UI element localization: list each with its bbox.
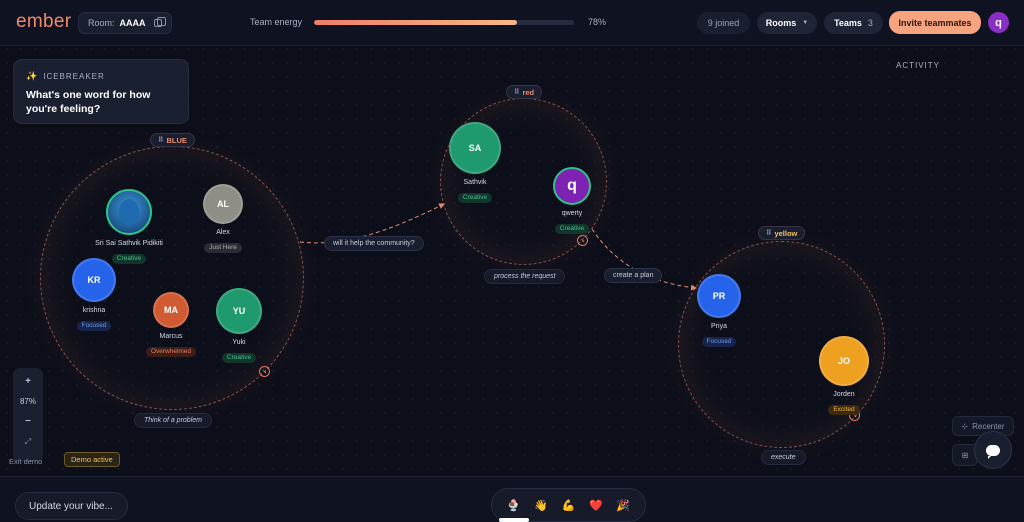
- team-caption-blue[interactable]: Think of a problem: [134, 413, 212, 428]
- reaction-muscle-button[interactable]: 💪: [557, 499, 579, 512]
- edge-label[interactable]: create a plan: [604, 268, 663, 283]
- zoom-out-button[interactable]: −: [25, 416, 31, 427]
- resize-icon[interactable]: ↘: [259, 366, 270, 377]
- demo-active-badge: Demo active: [64, 452, 120, 467]
- exit-demo-button[interactable]: Exit demo: [9, 457, 42, 466]
- teams-count: 3: [867, 18, 873, 28]
- mood-badge: Just Here: [204, 243, 242, 253]
- crosshair-icon: ⊹: [961, 421, 969, 431]
- avatar-portrait-icon: [119, 199, 139, 225]
- rooms-label: Rooms: [765, 18, 797, 28]
- zoom-level: 87%: [19, 397, 36, 406]
- invite-teammates-button[interactable]: Invite teammates: [889, 11, 981, 34]
- copy-icon[interactable]: [153, 17, 166, 27]
- fit-view-icon[interactable]: ⤢: [25, 437, 31, 447]
- mood-badge: Creative: [221, 353, 257, 363]
- grid-icon: ⊞: [961, 450, 969, 460]
- zoom-controls: + 87% − ⤢: [13, 368, 43, 462]
- chat-bubble-icon: [986, 444, 1000, 459]
- team-tag-red[interactable]: ⠿ red: [506, 85, 543, 99]
- update-vibe-input[interactable]: [15, 492, 128, 520]
- app-logo[interactable]: ember: [16, 11, 71, 33]
- mood-badge: Excited: [828, 405, 860, 415]
- reaction-wave-button[interactable]: 👋: [530, 499, 552, 512]
- icebreaker-card: ✨ ICEBREAKER What's one word for how you…: [13, 59, 189, 124]
- icebreaker-heading: ICEBREAKER: [43, 72, 105, 81]
- drag-handle-icon[interactable]: ⠿: [158, 136, 164, 144]
- member-card[interactable]: q qwerty Creative: [517, 167, 627, 235]
- team-energy-percent: 78%: [588, 17, 607, 27]
- team-caption-yellow[interactable]: execute: [761, 450, 806, 465]
- bottom-bar: 🍨 👋 💪 ❤️ 🎉: [0, 476, 1024, 522]
- room-code: AAAA: [119, 18, 146, 28]
- teams-label: Teams: [834, 18, 862, 28]
- member-card[interactable]: AL Alex Just Here: [168, 184, 278, 254]
- team-caption-red[interactable]: process the request: [484, 269, 566, 284]
- member-photo-avatar: [106, 189, 152, 235]
- icebreaker-question: What's one word for how you're feeling?: [26, 89, 151, 115]
- zoom-in-button[interactable]: +: [25, 376, 31, 387]
- reaction-bar: 🍨 👋 💪 ❤️ 🎉: [491, 488, 646, 522]
- member-card[interactable]: JO Jorden Excited: [789, 336, 899, 416]
- team-tag-yellow[interactable]: ⠿ yellow: [758, 226, 806, 240]
- team-tag-blue[interactable]: ⠿ BLUE: [150, 133, 195, 147]
- member-card[interactable]: SA Sathvik Creative: [420, 122, 530, 204]
- mood-badge: Focused: [76, 321, 112, 331]
- member-card[interactable]: YU Yuki Creative: [184, 288, 294, 364]
- team-energy-fill: [314, 20, 517, 25]
- chevron-down-icon: ▼: [802, 20, 809, 26]
- joined-count: 9 joined: [697, 12, 750, 34]
- sparkle-icon: ✨: [26, 71, 39, 81]
- reaction-heart-button[interactable]: ❤️: [585, 499, 607, 512]
- member-card[interactable]: PR Priya Focused: [664, 274, 774, 348]
- reaction-party-button[interactable]: 🎉: [612, 499, 634, 512]
- activity-label[interactable]: ACTIVITY: [896, 61, 940, 70]
- mood-badge: Focused: [701, 337, 737, 347]
- mood-badge: Creative: [457, 193, 493, 203]
- drag-handle-icon[interactable]: ⠿: [766, 229, 772, 237]
- edge-label[interactable]: will it help the community?: [324, 236, 424, 251]
- room-code-pill[interactable]: Room: AAAA: [78, 12, 172, 34]
- mood-badge: Creative: [554, 224, 590, 234]
- drag-handle-icon[interactable]: ⠿: [514, 88, 520, 96]
- team-energy-bar: [314, 20, 574, 25]
- team-energy-label: Team energy: [250, 17, 303, 27]
- room-label: Room:: [88, 18, 115, 28]
- reaction-icecream-button[interactable]: 🍨: [498, 499, 529, 522]
- top-bar: ember Room: AAAA Team energy 78% 9 joine…: [0, 0, 1024, 46]
- user-avatar[interactable]: q: [988, 12, 1009, 33]
- chat-button[interactable]: [974, 431, 1012, 469]
- rooms-dropdown-button[interactable]: Rooms ▼: [757, 12, 817, 34]
- teams-button[interactable]: Teams 3: [824, 12, 883, 34]
- resize-icon[interactable]: ↘: [577, 235, 588, 246]
